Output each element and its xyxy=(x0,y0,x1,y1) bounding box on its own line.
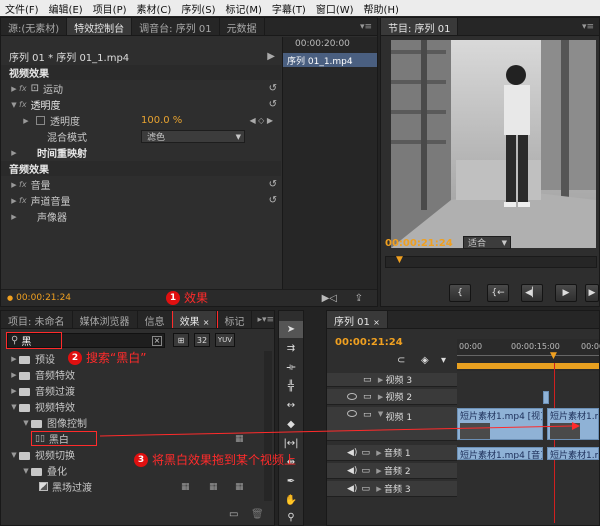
drag-arrow-overlay xyxy=(99,422,580,437)
drag-arrow-line xyxy=(99,425,573,437)
drag-arrow-head xyxy=(572,422,580,430)
